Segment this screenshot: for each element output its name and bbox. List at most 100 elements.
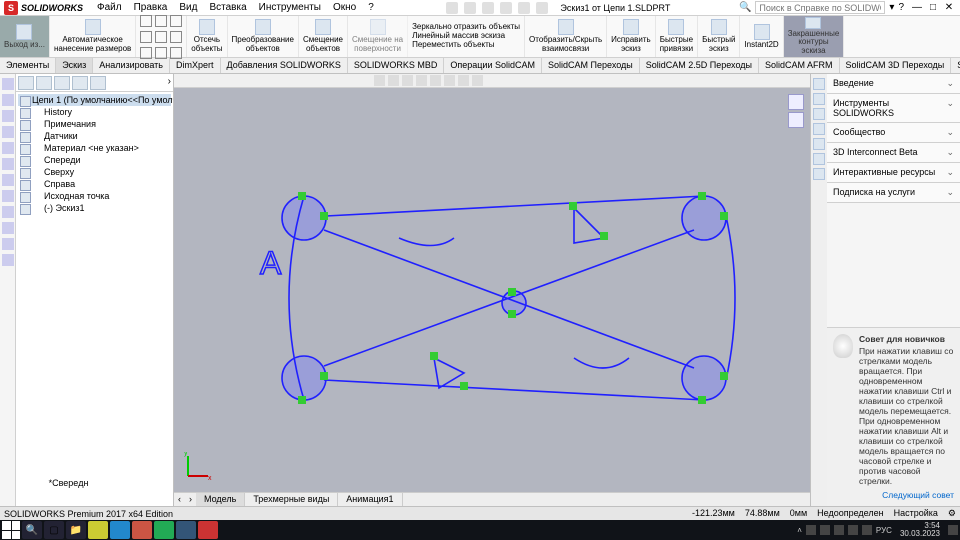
spline-icon[interactable]: [170, 31, 182, 43]
tab-solidcam-ops[interactable]: Операции SolidCAM: [444, 58, 542, 73]
view-orient-icon[interactable]: [402, 75, 413, 86]
zoom-area-icon[interactable]: [388, 75, 399, 86]
tree-top-plane[interactable]: Сверху: [18, 166, 171, 178]
tab-swaddins[interactable]: Добавления SOLIDWORKS: [221, 58, 348, 73]
tab-scroll-right-icon[interactable]: ›: [185, 493, 196, 506]
customize-label[interactable]: Настройка: [894, 508, 938, 519]
offset-surface-button[interactable]: Смещение на поверхности: [348, 16, 408, 57]
menu-tools[interactable]: Инструменты: [255, 1, 325, 14]
tab-solidcam-afrm[interactable]: SolidCAM AFRM: [759, 58, 840, 73]
tray-icon[interactable]: [834, 525, 844, 535]
scene-icon[interactable]: [458, 75, 469, 86]
tree-right-plane[interactable]: Справа: [18, 178, 171, 190]
selection-filter-icon[interactable]: [2, 254, 14, 266]
panel-subscription[interactable]: Подписка на услуги: [827, 183, 960, 203]
save-icon[interactable]: [482, 2, 494, 14]
fm-tab-config-icon[interactable]: [54, 76, 70, 90]
tray-icon[interactable]: [820, 525, 830, 535]
help-icon[interactable]: ?: [898, 2, 904, 13]
arc-icon[interactable]: [155, 31, 167, 43]
view-settings-icon[interactable]: [472, 75, 483, 86]
tray-icon[interactable]: [806, 525, 816, 535]
selection-filter-icon[interactable]: [2, 126, 14, 138]
app-icon[interactable]: [154, 521, 174, 539]
exit-sketch-button[interactable]: Выход из...: [0, 16, 50, 57]
design-library-tab-icon[interactable]: [813, 93, 825, 105]
menu-edit[interactable]: Правка: [130, 1, 172, 14]
trim-button[interactable]: Отсечь объекты: [187, 16, 227, 57]
tab-solidcam-25d[interactable]: SolidCAM 2.5D Переходы: [640, 58, 759, 73]
search-input[interactable]: [755, 1, 885, 14]
shaded-contours-button[interactable]: Закрашенные контуры эскиза: [784, 16, 845, 57]
resources-tab-icon[interactable]: [813, 78, 825, 90]
tree-sketch1[interactable]: (-) Эскиз1: [18, 202, 171, 214]
tree-material[interactable]: Материал <не указан>: [18, 142, 171, 154]
tray-chevron-icon[interactable]: ˄: [797, 526, 802, 535]
forum-tab-icon[interactable]: [813, 168, 825, 180]
tree-root[interactable]: Цепи 1 (По умолчанию<<По умолчани: [18, 94, 171, 106]
menu-help[interactable]: ?: [364, 1, 378, 14]
tab-solidcam-3d[interactable]: SolidCAM 3D Переходы: [840, 58, 952, 73]
line-icon[interactable]: [140, 15, 152, 27]
search-dropdown-icon[interactable]: ▾: [889, 2, 894, 13]
selection-filter-icon[interactable]: [2, 238, 14, 250]
slot-icon[interactable]: [170, 15, 182, 27]
quick-snaps-button[interactable]: Быстрые привязки: [656, 16, 698, 57]
rect-icon[interactable]: [155, 15, 167, 27]
tab-dimxpert[interactable]: DimXpert: [170, 58, 221, 73]
display-relations-button[interactable]: Отобразить/Скрыть взаимосвязи: [525, 16, 607, 57]
selection-filter-icon[interactable]: [2, 158, 14, 170]
selection-filter-icon[interactable]: [2, 142, 14, 154]
language-indicator[interactable]: РУС: [876, 526, 892, 535]
display-style-icon[interactable]: [416, 75, 427, 86]
tab-scroll-left-icon[interactable]: ‹: [174, 493, 185, 506]
fm-tab-more-icon[interactable]: ›: [168, 76, 171, 89]
panel-tools[interactable]: Инструменты SOLIDWORKS: [827, 94, 960, 123]
tree-history[interactable]: History: [18, 106, 171, 118]
tree-sensors[interactable]: Датчики: [18, 130, 171, 142]
ellipse-icon[interactable]: [140, 47, 152, 59]
instant2d-button[interactable]: Instant2D: [740, 16, 783, 57]
tab-features[interactable]: Элементы: [0, 58, 56, 73]
graphics-viewport[interactable]: A yx: [174, 88, 810, 492]
start-button[interactable]: [2, 521, 20, 539]
fm-tab-display-icon[interactable]: [90, 76, 106, 90]
print-icon[interactable]: [500, 2, 512, 14]
browser-yandex-icon[interactable]: [88, 521, 108, 539]
appearances-tab-icon[interactable]: [813, 138, 825, 150]
panel-interactive[interactable]: Интерактивные ресурсы: [827, 163, 960, 183]
tab-evaluate[interactable]: Анализировать: [93, 58, 170, 73]
smart-dimension-button[interactable]: Автоматическое нанесение размеров: [50, 16, 136, 57]
maximize-button[interactable]: □: [926, 2, 940, 13]
taskview-icon[interactable]: ▢: [44, 521, 64, 539]
tree-origin[interactable]: Исходная точка: [18, 190, 171, 202]
zoom-fit-icon[interactable]: [374, 75, 385, 86]
word-icon[interactable]: [176, 521, 196, 539]
app-icon[interactable]: [132, 521, 152, 539]
rapid-sketch-button[interactable]: Быстрый эскиз: [698, 16, 740, 57]
new-icon[interactable]: [446, 2, 458, 14]
tab-sketch[interactable]: Эскиз: [56, 58, 93, 73]
circle-icon[interactable]: [140, 31, 152, 43]
panel-3dinterconnect[interactable]: 3D Interconnect Beta: [827, 143, 960, 163]
close-button[interactable]: ✕: [942, 2, 956, 13]
tab-mbd[interactable]: SOLIDWORKS MBD: [348, 58, 445, 73]
fm-tab-dimxpert-icon[interactable]: [72, 76, 88, 90]
bottom-tab-motion[interactable]: Анимация1: [338, 493, 402, 506]
menu-view[interactable]: Вид: [175, 1, 201, 14]
search-taskbar-icon[interactable]: 🔍: [22, 521, 42, 539]
status-gear-icon[interactable]: ⚙: [948, 508, 956, 519]
repair-sketch-button[interactable]: Исправить эскиз: [607, 16, 656, 57]
menu-file[interactable]: Файл: [93, 1, 126, 14]
selection-filter-icon[interactable]: [2, 94, 14, 106]
selection-filter-icon[interactable]: [2, 190, 14, 202]
selection-filter-icon[interactable]: [2, 222, 14, 234]
custom-props-tab-icon[interactable]: [813, 153, 825, 165]
offset-button[interactable]: Смещение объектов: [299, 16, 348, 57]
panel-community[interactable]: Сообщество: [827, 123, 960, 143]
chrome-icon[interactable]: [110, 521, 130, 539]
tab-solidcam-trans[interactable]: SolidCAM Переходы: [542, 58, 640, 73]
view-palette-tab-icon[interactable]: [813, 123, 825, 135]
selection-filter-icon[interactable]: [2, 206, 14, 218]
network-icon[interactable]: [848, 525, 858, 535]
